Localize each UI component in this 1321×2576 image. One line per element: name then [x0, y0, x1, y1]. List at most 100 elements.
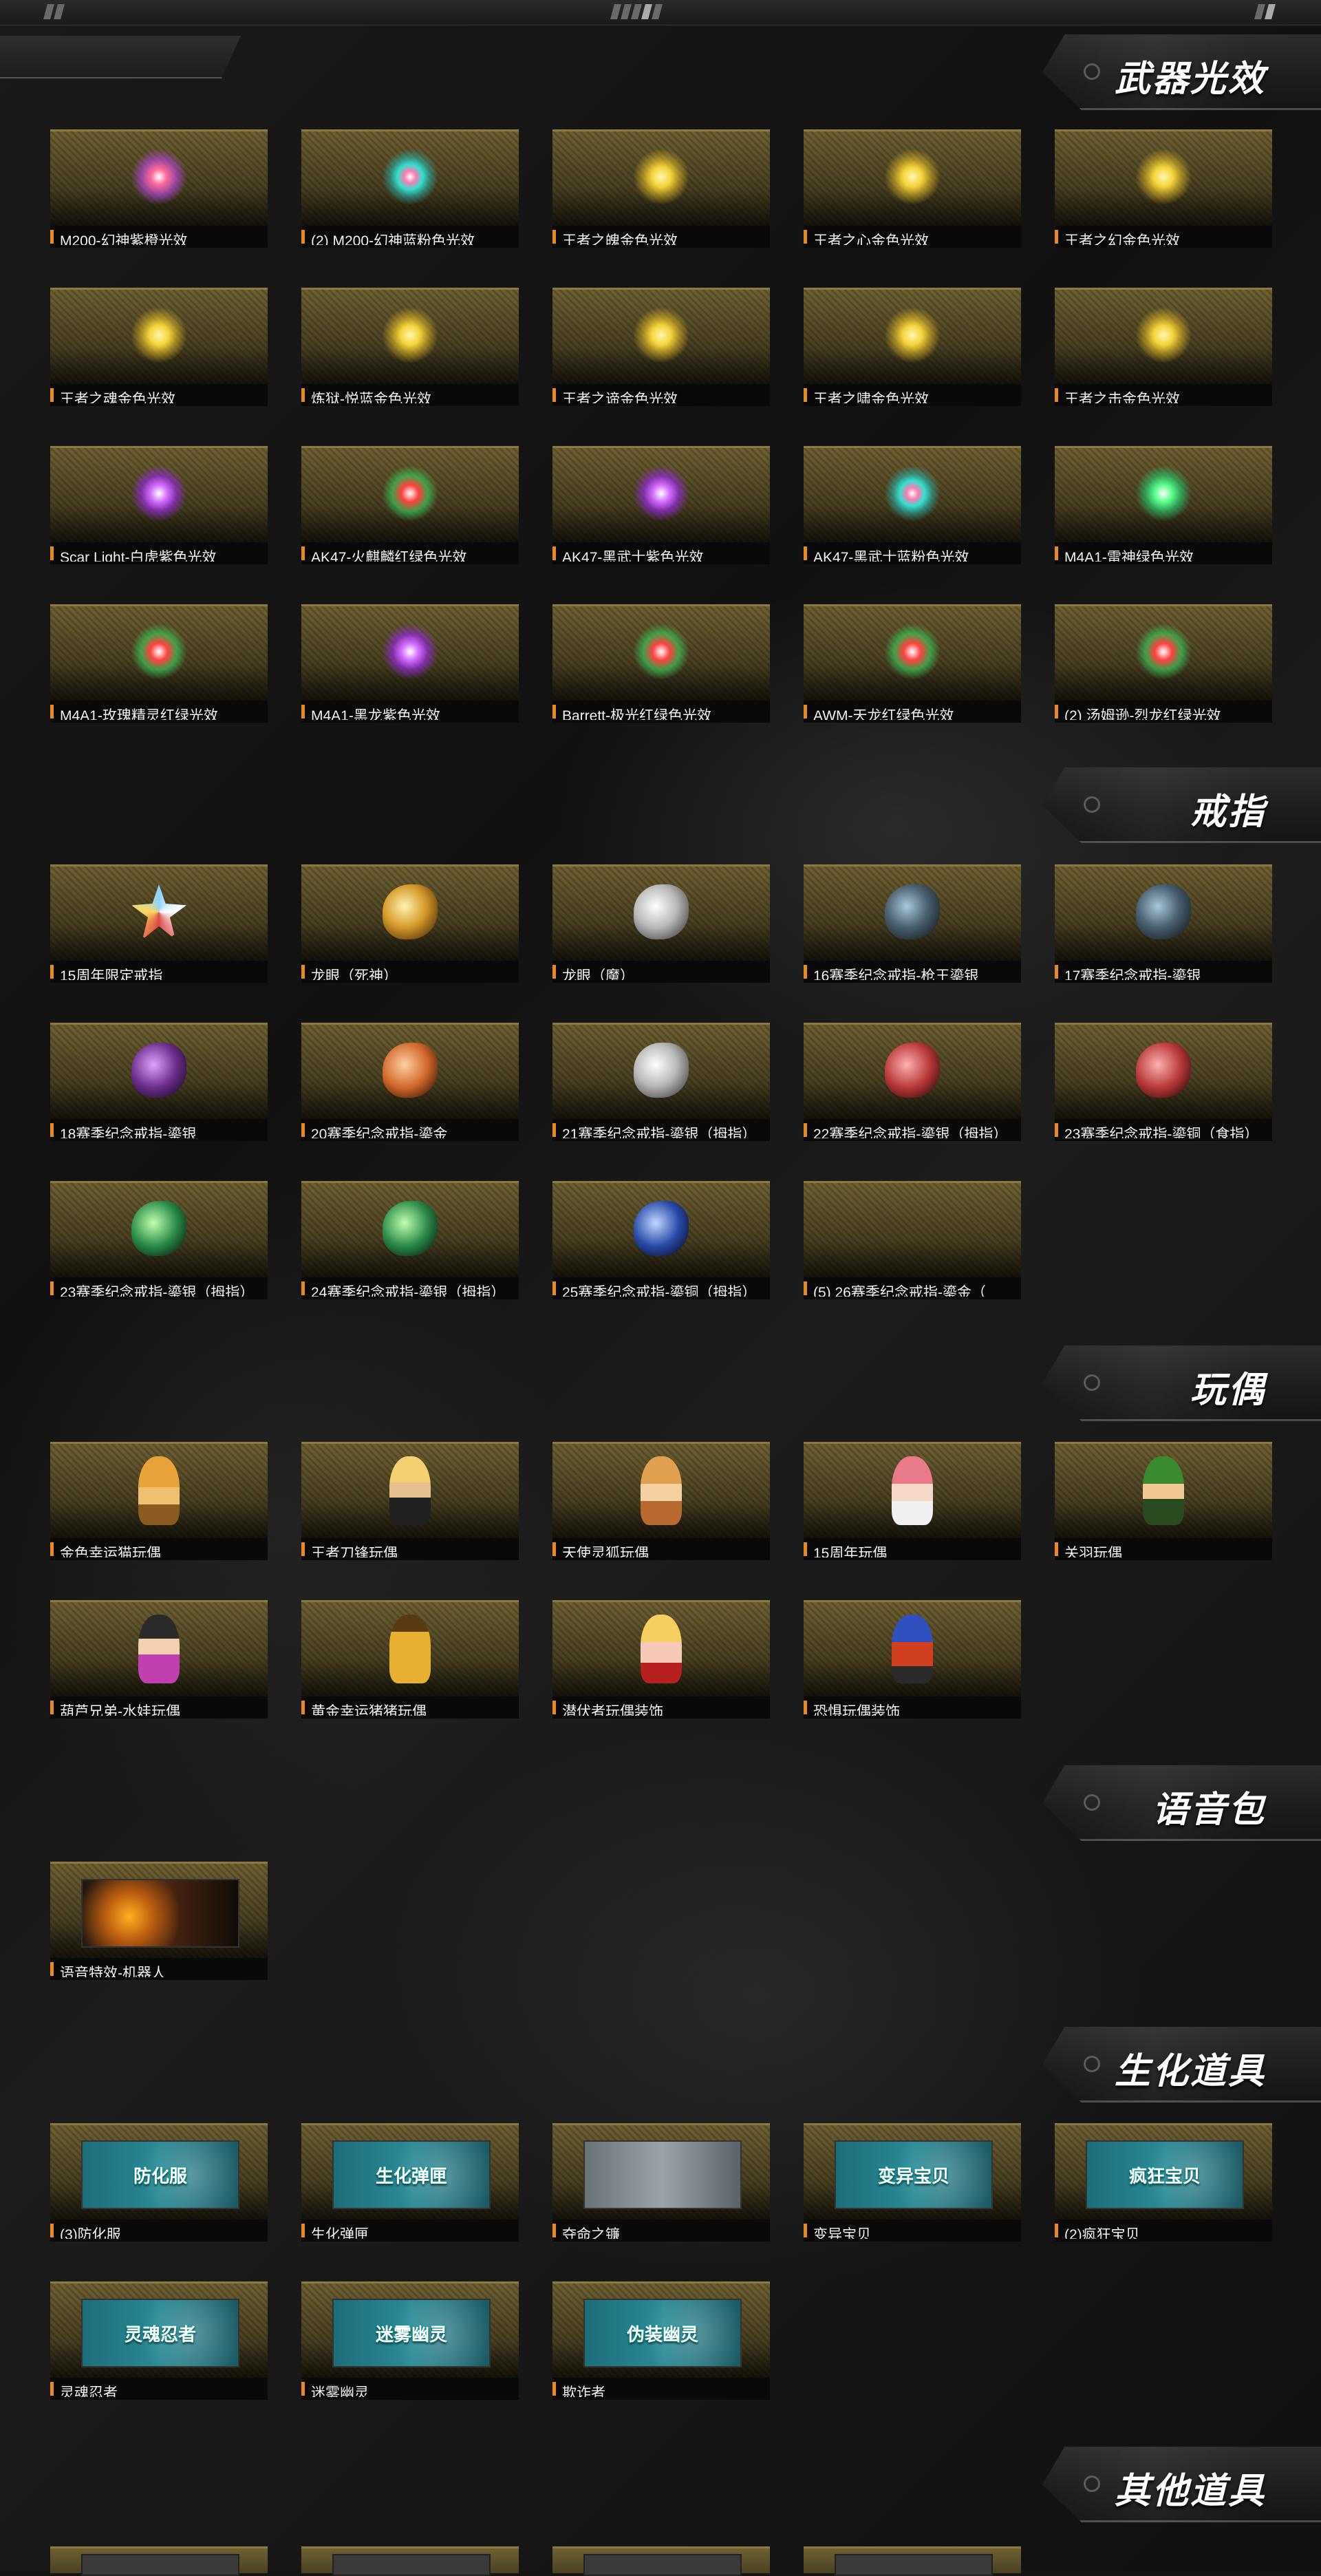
item-tile[interactable]: 恐惧玩偶装饰	[804, 1600, 1021, 1718]
item-card[interactable]	[552, 129, 770, 228]
item-card[interactable]	[1055, 1023, 1272, 1121]
item-card[interactable]	[50, 1181, 268, 1279]
item-tile[interactable]: 夺命之镰	[552, 2123, 770, 2242]
item-tile[interactable]: 王者刀锋玩偶	[301, 1442, 519, 1560]
item-card[interactable]	[301, 446, 519, 544]
item-card[interactable]	[804, 129, 1021, 228]
item-card[interactable]	[301, 288, 519, 386]
item-tile[interactable]: Scar Light-白虎紫色光效	[50, 446, 268, 564]
item-card[interactable]	[50, 1862, 268, 1960]
item-tile[interactable]: 20赛季纪念戒指-鎏金	[301, 1023, 519, 1141]
item-card[interactable]	[552, 2123, 770, 2222]
item-tile[interactable]: M4A1-玫瑰精灵红绿光效	[50, 604, 268, 723]
item-card[interactable]	[804, 1442, 1021, 1540]
item-card[interactable]	[301, 604, 519, 703]
item-card[interactable]	[1055, 1442, 1272, 1540]
item-tile[interactable]: AWM-天龙红绿色光效	[804, 604, 1021, 723]
item-tile[interactable]: 21赛季纪念戒指-鎏银（拇指）	[552, 1023, 770, 1141]
item-tile[interactable]: 王者之心金色光效	[804, 129, 1021, 248]
item-card[interactable]	[552, 1023, 770, 1121]
item-tile[interactable]: 16赛季纪念戒指-枪王鎏银	[804, 864, 1021, 983]
item-tile-partial[interactable]	[804, 2546, 1021, 2576]
item-card[interactable]	[50, 864, 268, 963]
item-card[interactable]	[301, 1600, 519, 1699]
item-card[interactable]	[50, 604, 268, 703]
item-tile[interactable]: 变异宝贝 变异宝贝	[804, 2123, 1021, 2242]
item-tile[interactable]: AK47-黑武士紫色光效	[552, 446, 770, 564]
item-tile[interactable]: 关羽玩偶	[1055, 1442, 1272, 1560]
item-tile[interactable]: 潜伏者玩偶装饰	[552, 1600, 770, 1718]
item-card[interactable]	[50, 1600, 268, 1699]
item-tile[interactable]: 生化弹匣 生化弹匣	[301, 2123, 519, 2242]
item-card[interactable]	[301, 1442, 519, 1540]
item-card[interactable]	[552, 446, 770, 544]
item-tile[interactable]: AK47-黑武士蓝粉色光效	[804, 446, 1021, 564]
item-card[interactable]	[50, 1442, 268, 1540]
item-card[interactable]	[804, 1600, 1021, 1699]
item-card[interactable]	[1055, 288, 1272, 386]
item-card[interactable]	[50, 446, 268, 544]
item-tile[interactable]: (5) 26赛季纪念戒指-鎏金（	[804, 1181, 1021, 1299]
item-tile[interactable]: M4A1-黑龙紫色光效	[301, 604, 519, 723]
item-tile[interactable]: 迷雾幽灵 迷雾幽灵	[301, 2281, 519, 2400]
item-tile[interactable]: 防化服 (3)防化服	[50, 2123, 268, 2242]
item-tile[interactable]: M200-幻神紫橙光效	[50, 129, 268, 248]
item-card[interactable]: 防化服	[50, 2123, 268, 2222]
item-card[interactable]	[552, 604, 770, 703]
item-tile[interactable]: 王者之幻金色光效	[1055, 129, 1272, 248]
item-tile[interactable]: 灵魂忍者 灵魂忍者	[50, 2281, 268, 2400]
item-tile[interactable]: AK47-火麒麟红绿色光效	[301, 446, 519, 564]
item-card[interactable]	[804, 1181, 1021, 1279]
item-tile[interactable]: 王者之魂金色光效	[50, 288, 268, 406]
item-card[interactable]	[552, 1600, 770, 1699]
item-tile[interactable]: 23赛季纪念戒指-鎏银（拇指）	[50, 1181, 268, 1299]
item-card[interactable]	[804, 1023, 1021, 1121]
item-card[interactable]	[301, 1181, 519, 1279]
item-card[interactable]	[301, 129, 519, 228]
item-card[interactable]	[804, 864, 1021, 963]
item-card[interactable]: 伪装幽灵	[552, 2281, 770, 2380]
item-tile[interactable]: 17赛季纪念戒指-鎏银	[1055, 864, 1272, 983]
item-card[interactable]	[552, 1442, 770, 1540]
item-card[interactable]	[804, 604, 1021, 703]
item-tile[interactable]: 22赛季纪念戒指-鎏银（拇指）	[804, 1023, 1021, 1141]
item-tile[interactable]: (2) 汤姆逊-烈龙红绿光效	[1055, 604, 1272, 723]
item-tile[interactable]: 王者之啸金色光效	[804, 288, 1021, 406]
item-card[interactable]	[1055, 129, 1272, 228]
item-card[interactable]: 疯狂宝贝	[1055, 2123, 1272, 2222]
item-card[interactable]	[1055, 604, 1272, 703]
item-card[interactable]	[50, 288, 268, 386]
item-tile[interactable]: 炼狱-悦蓝金色光效	[301, 288, 519, 406]
item-card[interactable]	[552, 1181, 770, 1279]
item-card[interactable]	[1055, 864, 1272, 963]
item-tile[interactable]: 龙眼（死神）	[301, 864, 519, 983]
item-tile[interactable]: 15周年限定戒指	[50, 864, 268, 983]
item-tile[interactable]: 王者之击金色光效	[1055, 288, 1272, 406]
item-card[interactable]	[804, 288, 1021, 386]
item-tile[interactable]: 黄金幸运猪猪玩偶	[301, 1600, 519, 1718]
item-card[interactable]	[1055, 446, 1272, 544]
item-tile[interactable]: 15周年玩偶	[804, 1442, 1021, 1560]
item-tile-partial[interactable]	[552, 2546, 770, 2576]
item-tile[interactable]: (2) M200-幻神蓝粉色光效	[301, 129, 519, 248]
item-tile[interactable]: 18赛季纪念戒指-鎏银	[50, 1023, 268, 1141]
item-tile[interactable]: 25赛季纪念戒指-鎏铜（拇指）	[552, 1181, 770, 1299]
item-tile[interactable]: M4A1-雷神绿色光效	[1055, 446, 1272, 564]
item-tile[interactable]: 王者之魄金色光效	[552, 129, 770, 248]
item-tile[interactable]: 天使灵狐玩偶	[552, 1442, 770, 1560]
item-tile[interactable]: 24赛季纪念戒指-鎏银（拇指）	[301, 1181, 519, 1299]
item-tile-partial[interactable]	[50, 2546, 268, 2576]
item-card[interactable]: 变异宝贝	[804, 2123, 1021, 2222]
item-tile[interactable]: 疯狂宝贝 (2)疯狂宝贝	[1055, 2123, 1272, 2242]
item-tile[interactable]: 葫芦兄弟-水娃玩偶	[50, 1600, 268, 1718]
item-tile[interactable]: 23赛季纪念戒指-鎏铜（食指）	[1055, 1023, 1272, 1141]
item-tile[interactable]: 金色幸运猫玩偶	[50, 1442, 268, 1560]
item-card[interactable]	[301, 864, 519, 963]
item-card[interactable]	[552, 288, 770, 386]
item-card[interactable]	[552, 864, 770, 963]
item-tile[interactable]: 龙眼（魔）	[552, 864, 770, 983]
item-card[interactable]: 生化弹匣	[301, 2123, 519, 2222]
item-tile[interactable]: 伪装幽灵 欺诈者	[552, 2281, 770, 2400]
item-tile[interactable]: Barrett-极光红绿色光效	[552, 604, 770, 723]
item-card[interactable]	[50, 129, 268, 228]
